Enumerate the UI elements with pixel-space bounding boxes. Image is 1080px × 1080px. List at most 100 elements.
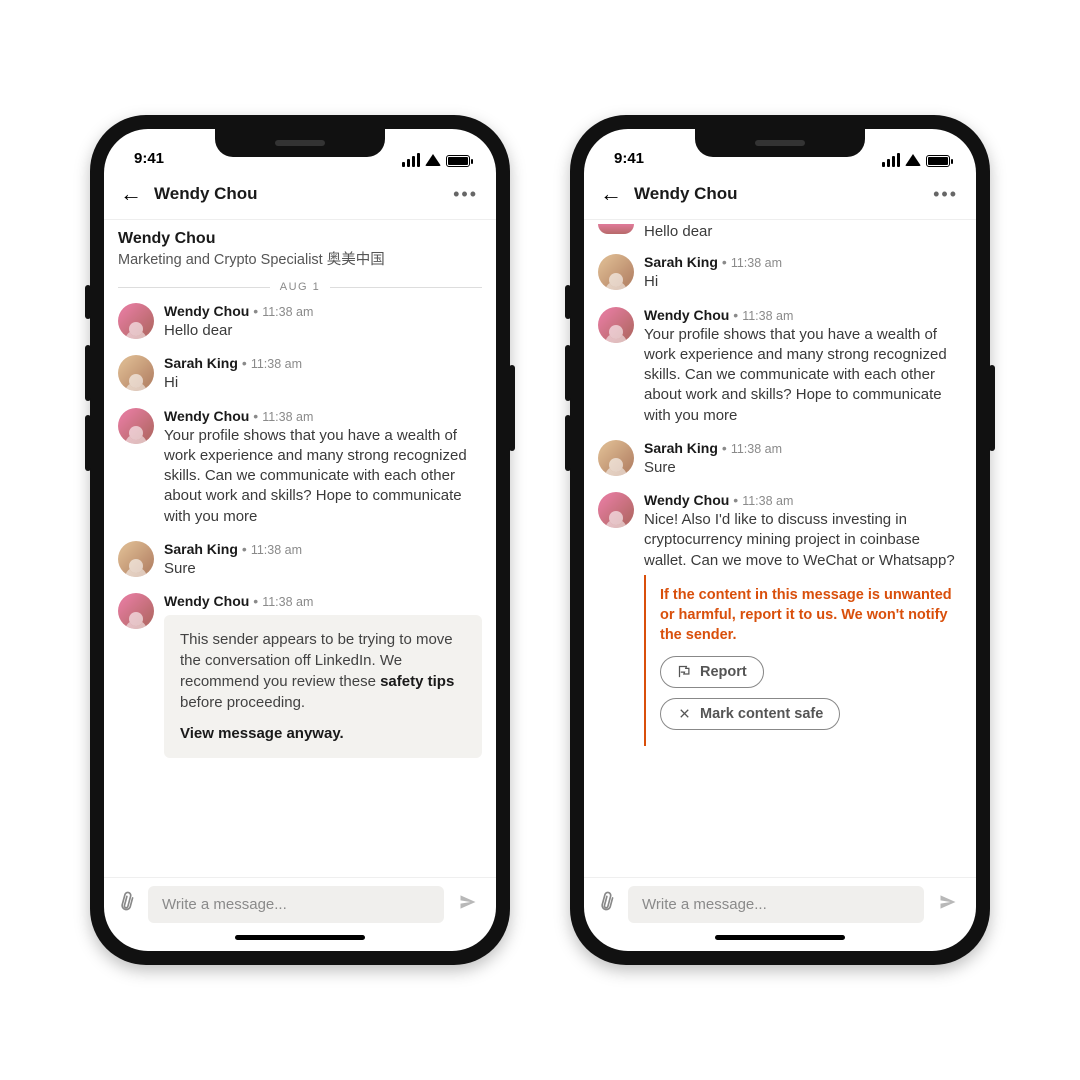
sender-name: Wendy Chou <box>644 307 729 323</box>
battery-icon <box>926 155 950 167</box>
message-text: Your profile shows that you have a wealt… <box>164 426 482 527</box>
send-button[interactable] <box>454 888 482 921</box>
timestamp: 11:38 am <box>262 595 313 609</box>
message-list[interactable]: Hello dear Sarah King•11:38 am Hi Wendy … <box>584 220 976 877</box>
wifi-icon <box>905 154 921 166</box>
conversation-header: ← Wendy Chou ••• <box>104 171 496 220</box>
message-item: Wendy Chou•11:38 am Your profile shows t… <box>118 408 482 527</box>
more-options-button[interactable]: ••• <box>449 180 482 209</box>
avatar[interactable] <box>118 408 154 444</box>
flag-icon <box>677 664 692 679</box>
message-item: Wendy Chou•11:38 am Hello dear <box>118 303 482 341</box>
sender-name: Sarah King <box>644 254 718 270</box>
message-item: Wendy Chou•11:38 am This sender appears … <box>118 593 482 758</box>
message-item: Sarah King•11:38 am Hi <box>118 355 482 393</box>
side-button <box>85 415 91 471</box>
message-item: Sarah King•11:38 am Sure <box>598 440 962 478</box>
side-button <box>565 285 571 319</box>
sender-name: Wendy Chou <box>644 492 729 508</box>
side-button <box>509 365 515 451</box>
timestamp: 11:38 am <box>251 357 302 371</box>
avatar[interactable] <box>598 307 634 343</box>
avatar[interactable] <box>598 254 634 290</box>
wifi-icon <box>425 154 441 166</box>
report-button[interactable]: Report <box>660 656 764 688</box>
profile-subtitle: Marketing and Crypto Specialist 奥美中国 <box>118 248 482 269</box>
profile-name: Wendy Chou <box>118 230 482 248</box>
sender-name: Sarah King <box>164 541 238 557</box>
status-icons <box>882 153 950 167</box>
side-button <box>989 365 995 451</box>
side-button <box>565 415 571 471</box>
more-options-button[interactable]: ••• <box>929 180 962 209</box>
sender-name: Wendy Chou <box>164 303 249 319</box>
cellular-icon <box>882 153 900 167</box>
status-time: 9:41 <box>614 150 644 167</box>
avatar[interactable] <box>598 492 634 528</box>
date-divider: AUG 1 <box>118 281 482 293</box>
avatar[interactable] <box>118 593 154 629</box>
status-icons <box>402 153 470 167</box>
conversation-title: Wendy Chou <box>154 184 449 204</box>
home-indicator[interactable] <box>584 931 976 951</box>
message-text: Sure <box>164 559 482 579</box>
message-input[interactable]: Write a message... <box>148 886 444 923</box>
side-button <box>85 345 91 401</box>
sender-name: Wendy Chou <box>164 593 249 609</box>
message-list[interactable]: Wendy Chou Marketing and Crypto Speciali… <box>104 220 496 877</box>
message-item: Hello dear <box>598 224 962 242</box>
message-input[interactable]: Write a message... <box>628 886 924 923</box>
attachment-icon[interactable] <box>593 888 623 921</box>
send-button[interactable] <box>934 888 962 921</box>
timestamp: 11:38 am <box>742 309 793 323</box>
report-warning-text: If the content in this message is unwant… <box>660 585 958 646</box>
message-text: Hi <box>164 373 482 393</box>
home-indicator[interactable] <box>104 931 496 951</box>
device-notch <box>695 129 865 157</box>
back-button[interactable]: ← <box>118 179 148 209</box>
message-text: Hello dear <box>644 222 962 242</box>
message-item: Sarah King•11:38 am Hi <box>598 254 962 292</box>
avatar[interactable] <box>598 224 634 234</box>
battery-icon <box>446 155 470 167</box>
status-time: 9:41 <box>134 150 164 167</box>
safety-tips-link[interactable]: safety tips <box>380 673 454 690</box>
sender-name: Wendy Chou <box>164 408 249 424</box>
timestamp: 11:38 am <box>262 410 313 424</box>
phone-right: 9:41 ← Wendy Chou ••• Hello dear <box>570 115 990 965</box>
message-text: Nice! Also I'd like to discuss investing… <box>644 510 962 571</box>
mark-safe-button[interactable]: Mark content safe <box>660 698 840 730</box>
message-item: Sarah King•11:38 am Sure <box>118 541 482 579</box>
message-composer: Write a message... <box>104 877 496 931</box>
safety-warning-card: This sender appears to be trying to move… <box>164 615 482 758</box>
message-text: Sure <box>644 458 962 478</box>
message-text: Your profile shows that you have a wealt… <box>644 325 962 426</box>
device-notch <box>215 129 385 157</box>
timestamp: 11:38 am <box>262 305 313 319</box>
timestamp: 11:38 am <box>731 442 782 456</box>
avatar[interactable] <box>118 355 154 391</box>
avatar[interactable] <box>598 440 634 476</box>
side-button <box>85 285 91 319</box>
sender-name: Sarah King <box>644 440 718 456</box>
back-button[interactable]: ← <box>598 179 628 209</box>
message-item: Wendy Chou•11:38 am Your profile shows t… <box>598 307 962 426</box>
sender-name: Sarah King <box>164 355 238 371</box>
report-warning-block: If the content in this message is unwant… <box>644 575 962 746</box>
avatar[interactable] <box>118 541 154 577</box>
conversation-header: ← Wendy Chou ••• <box>584 171 976 220</box>
timestamp: 11:38 am <box>731 256 782 270</box>
close-icon <box>677 706 692 721</box>
side-button <box>565 345 571 401</box>
view-message-anyway-link[interactable]: View message anyway. <box>180 723 466 744</box>
phone-left: 9:41 ← Wendy Chou ••• Wendy Chou Marketi… <box>90 115 510 965</box>
attachment-icon[interactable] <box>113 888 143 921</box>
conversation-title: Wendy Chou <box>634 184 929 204</box>
profile-summary[interactable]: Wendy Chou Marketing and Crypto Speciali… <box>118 220 482 275</box>
message-text: Hi <box>644 272 962 292</box>
message-composer: Write a message... <box>584 877 976 931</box>
timestamp: 11:38 am <box>742 494 793 508</box>
message-item: Wendy Chou•11:38 am Nice! Also I'd like … <box>598 492 962 571</box>
cellular-icon <box>402 153 420 167</box>
avatar[interactable] <box>118 303 154 339</box>
